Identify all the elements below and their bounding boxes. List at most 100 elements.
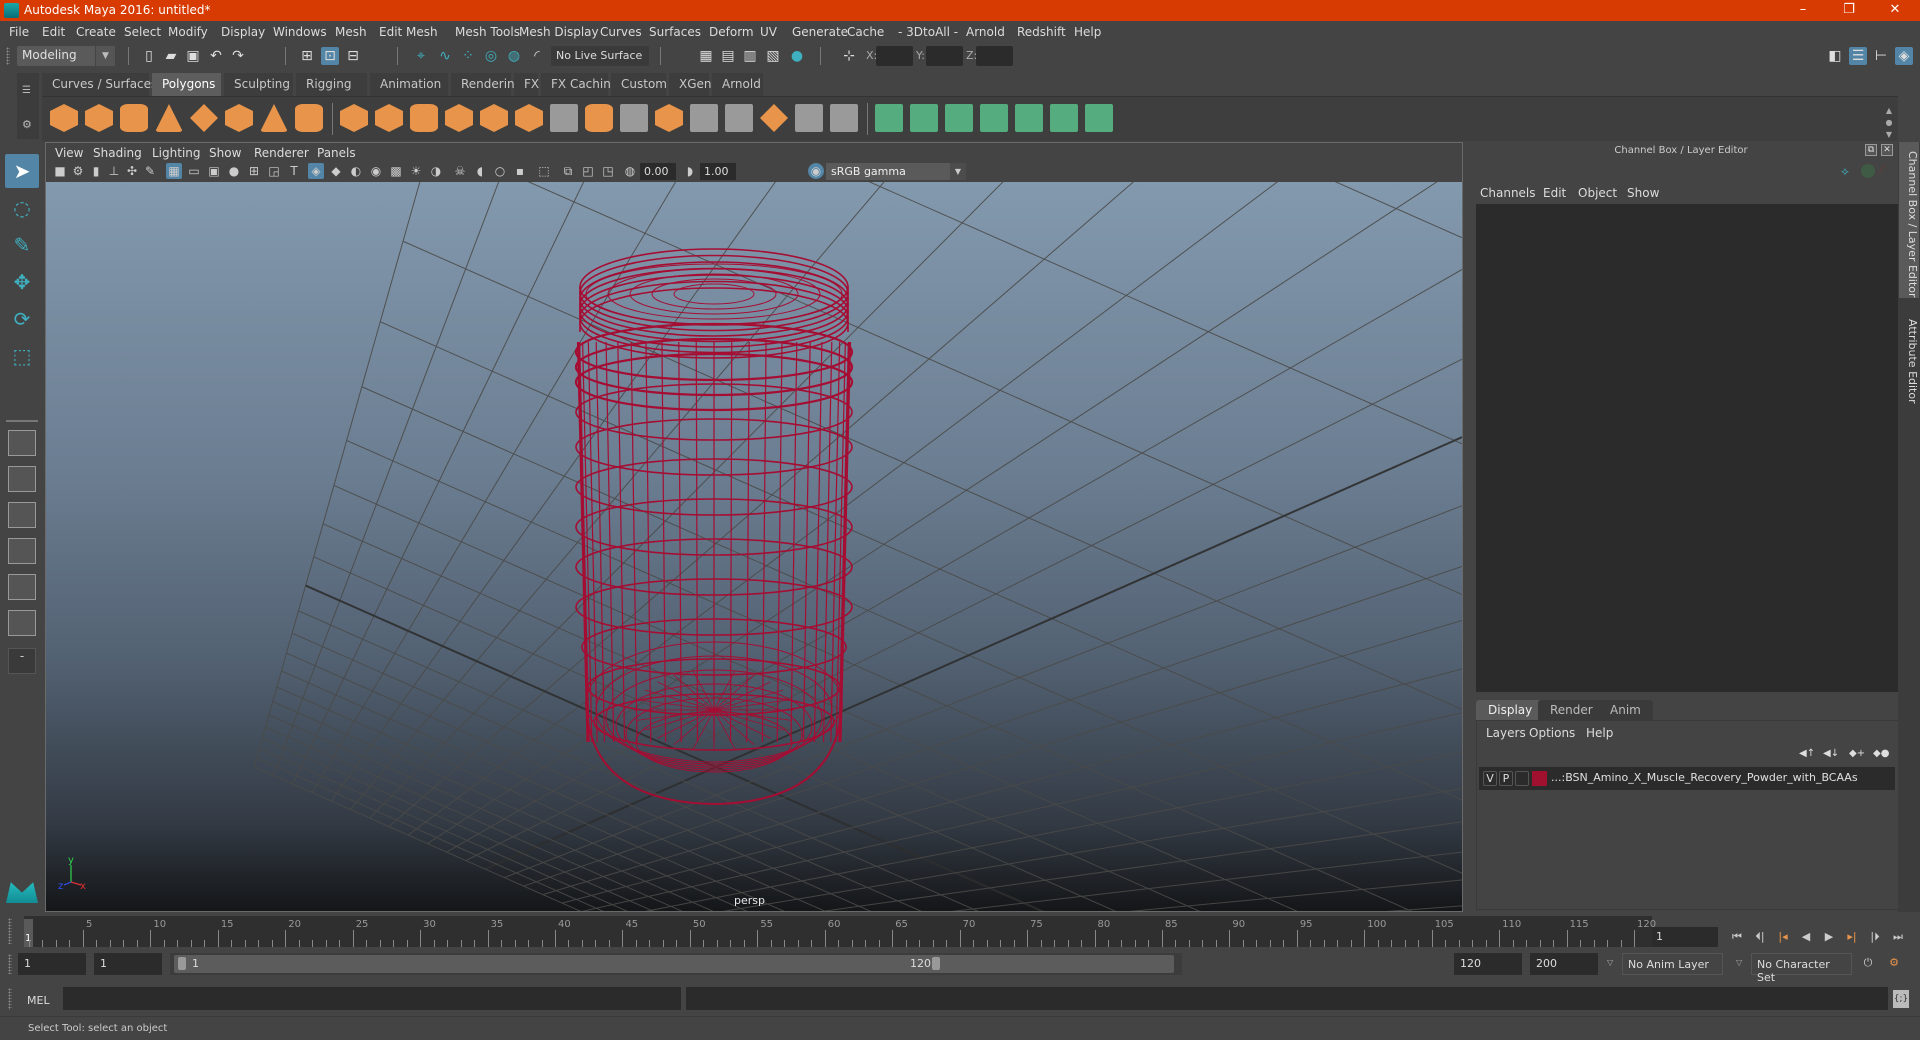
close-panel-icon[interactable]: ✕	[1881, 144, 1893, 156]
paint-select-icon[interactable]: ✎	[5, 228, 39, 262]
cut-sew-uv-icon[interactable]	[1085, 104, 1113, 132]
panel-menu-panels[interactable]: Panels	[317, 146, 356, 160]
persp-outliner-layout-icon[interactable]	[8, 502, 36, 528]
layer-name[interactable]: ...:BSN_Amino_X_Muscle_Recovery_Powder_w…	[1551, 771, 1858, 784]
gamma-field[interactable]: 1.00	[700, 163, 736, 180]
bevel-icon[interactable]	[655, 104, 683, 132]
wireframe-icon[interactable]: ◈	[308, 163, 324, 179]
layer-row[interactable]: V P ...:BSN_Amino_X_Muscle_Recovery_Powd…	[1479, 767, 1895, 790]
poly-pipe-icon[interactable]	[295, 104, 323, 132]
perspective-viewport[interactable]: y x z persp	[46, 182, 1462, 911]
manipulator-axis-icon[interactable]: ⟡	[1841, 164, 1849, 179]
z-field[interactable]	[976, 46, 1013, 66]
go-to-end-icon[interactable]: ⏭	[1890, 930, 1906, 946]
smooth-shade-icon[interactable]: ◆	[328, 163, 344, 179]
hypershade-icon[interactable]: ●	[788, 47, 806, 65]
anim-layer-chevron-icon[interactable]: ▽	[1607, 958, 1613, 967]
isolate-select-icon[interactable]: ⬚	[536, 163, 552, 179]
lights-icon[interactable]: ☀	[408, 163, 424, 179]
tab-attribute-editor[interactable]: Attribute Editor	[1899, 302, 1919, 412]
drag-handle[interactable]	[6, 47, 10, 65]
move-layer-down-icon[interactable]: ◀↓	[1823, 748, 1839, 760]
snap-live-icon[interactable]: ◍	[505, 47, 523, 65]
anim-layer-dropdown[interactable]: No Anim Layer	[1622, 953, 1723, 975]
anti-aliasing-icon[interactable]: ○	[492, 163, 508, 179]
menu-modify[interactable]: Modify	[168, 25, 208, 39]
poly-pyramid-icon[interactable]	[260, 104, 288, 132]
menu-edit[interactable]: Edit	[42, 25, 65, 39]
poly-cylinder-icon[interactable]	[120, 104, 148, 132]
textured-icon[interactable]: ▩	[388, 163, 404, 179]
layer-visibility-toggle[interactable]: V	[1483, 771, 1497, 786]
menu-windows[interactable]: Windows	[273, 25, 327, 39]
shelf-tab-arnold[interactable]: Arnold	[712, 73, 764, 96]
gamma-icon[interactable]: ◗	[682, 163, 698, 179]
playback-start-field[interactable]: 1	[94, 953, 162, 975]
drag-handle[interactable]	[8, 918, 12, 944]
character-set-chevron-icon[interactable]: ▽	[1736, 958, 1742, 967]
extrude-icon[interactable]	[585, 104, 613, 132]
script-editor-icon[interactable]: {;}	[1893, 990, 1909, 1008]
persp-graph-layout-icon[interactable]	[8, 538, 36, 564]
animation-end-field[interactable]: 200	[1530, 953, 1598, 975]
bridge-icon[interactable]	[620, 104, 648, 132]
float-panel-icon[interactable]: ⧉	[1865, 144, 1877, 156]
channel-box-area[interactable]	[1476, 204, 1899, 692]
poke-icon[interactable]	[760, 104, 788, 132]
panel-menu-view[interactable]: View	[55, 146, 83, 160]
shelf-menu-icon[interactable]: ☰	[22, 85, 31, 96]
panel-menu-lighting[interactable]: Lighting	[152, 146, 201, 160]
y-field[interactable]	[926, 46, 963, 66]
film-gate-icon[interactable]: ▭	[186, 163, 202, 179]
render-sequence-icon[interactable]: ▤	[719, 47, 737, 65]
poly-plane-icon[interactable]	[190, 104, 218, 132]
exposure-field[interactable]: 0.00	[640, 163, 676, 180]
move-layer-up-icon[interactable]: ◀↑	[1799, 748, 1815, 760]
tool-settings-toggle-icon[interactable]: ⊢	[1872, 47, 1890, 65]
panel-menu-renderer[interactable]: Renderer	[254, 146, 309, 160]
manipulator-toggle-icon[interactable]	[1861, 164, 1875, 178]
persp-hypershade-layout-icon[interactable]	[8, 574, 36, 600]
minimize-button[interactable]: –	[1780, 0, 1826, 21]
menu-generate[interactable]: Generate	[792, 25, 848, 39]
range-start-handle[interactable]	[178, 957, 186, 970]
multi-cut-icon[interactable]	[550, 104, 578, 132]
play-forwards-icon[interactable]: ▶	[1821, 930, 1837, 946]
spherical-uv-icon[interactable]	[945, 104, 973, 132]
poly-torus-icon[interactable]	[225, 104, 253, 132]
image-plane-icon[interactable]: ⊥	[106, 163, 122, 179]
motion-blur-icon[interactable]: ◖	[472, 163, 488, 179]
layer-menu-help[interactable]: Help	[1586, 726, 1613, 740]
menu-mesh-display[interactable]: Mesh Display	[519, 25, 599, 39]
channel-menu-show[interactable]: Show	[1627, 186, 1659, 200]
menu-uv[interactable]: UV	[760, 25, 777, 39]
animation-start-field[interactable]: 1	[18, 953, 86, 975]
save-scene-icon[interactable]: ▣	[184, 47, 202, 65]
drag-handle[interactable]	[8, 988, 12, 1010]
field-chart-icon[interactable]: ⊞	[246, 163, 262, 179]
layer-tab-render[interactable]: Render	[1538, 700, 1605, 720]
menu-arnold[interactable]: Arnold	[966, 25, 1005, 39]
boolean-icon[interactable]	[480, 104, 508, 132]
lasso-select-icon[interactable]: ◌	[5, 191, 39, 225]
planar-uv-icon[interactable]	[875, 104, 903, 132]
rotate-tool-icon[interactable]: ⟳	[5, 302, 39, 336]
poly-cube-icon[interactable]	[85, 104, 113, 132]
offset-edge-loop-icon[interactable]	[725, 104, 753, 132]
shelf-tab-animation[interactable]: Animation	[370, 73, 449, 96]
shelf-tab-curves-surfaces[interactable]: Curves / Surfaces	[42, 73, 157, 96]
append-polygon-icon[interactable]	[830, 104, 858, 132]
menu-mesh[interactable]: Mesh	[335, 25, 367, 39]
script-language-label[interactable]: MEL	[27, 994, 50, 1007]
automatic-uv-icon[interactable]	[980, 104, 1008, 132]
shelf-tab-custom[interactable]: Custom	[611, 73, 667, 96]
2d-pan-zoom-icon[interactable]: ✣	[124, 163, 140, 179]
current-frame-field[interactable]: 1	[1652, 927, 1718, 947]
new-scene-icon[interactable]: ▯	[140, 47, 158, 65]
character-set-dropdown[interactable]: No Character Set	[1751, 953, 1852, 984]
command-input[interactable]	[63, 987, 681, 1010]
ambient-occlusion-icon[interactable]: ☠	[452, 163, 468, 179]
step-back-frame-icon[interactable]: ⏴|	[1752, 930, 1768, 946]
shelf-tab-rendering[interactable]: Rendering	[451, 73, 522, 96]
select-component-icon[interactable]: ⊟	[344, 47, 362, 65]
